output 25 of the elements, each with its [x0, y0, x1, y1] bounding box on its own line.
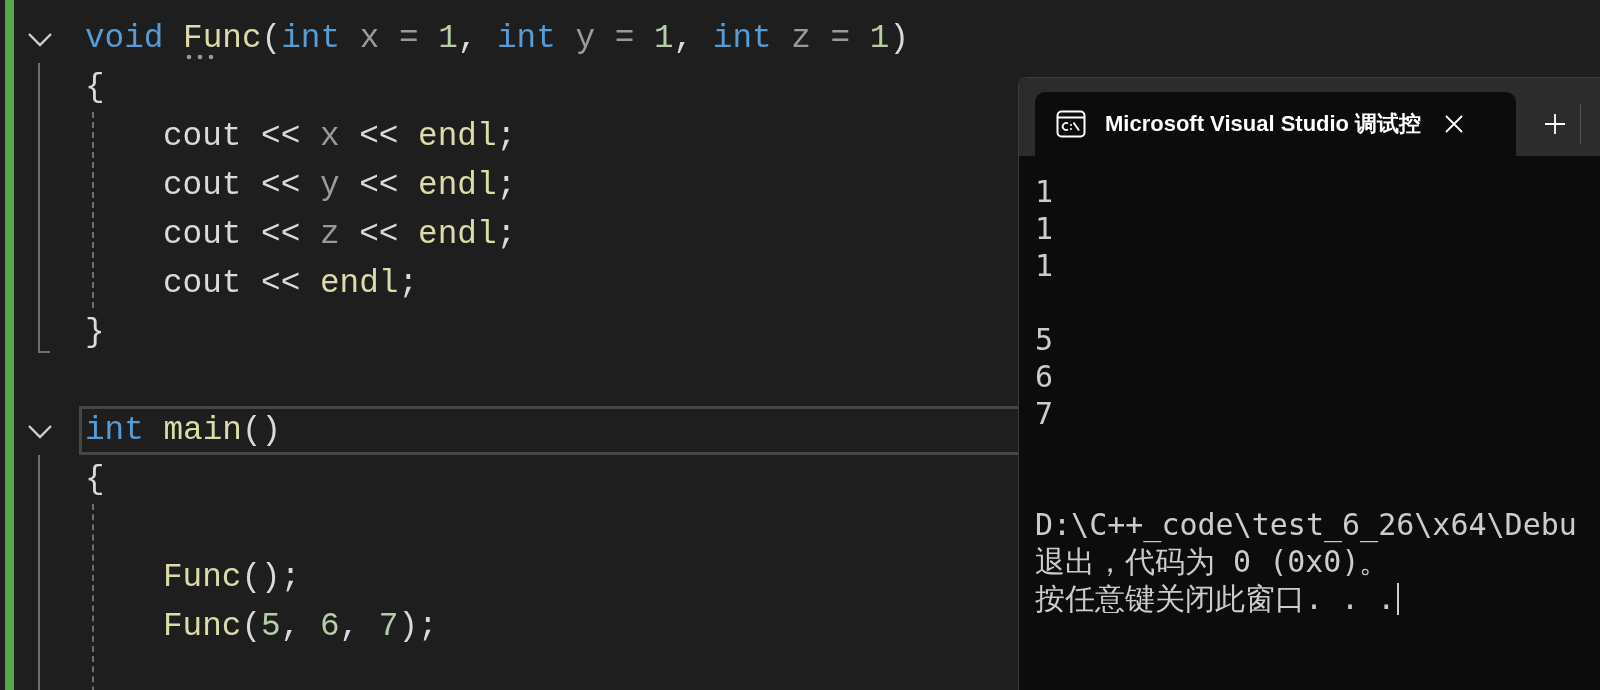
code-line: Func(5, 6, 7);: [163, 607, 438, 647]
code-line: Func();: [163, 558, 301, 598]
code-line: void Func(int x = 1, int y = 1, int z = 1): [85, 14, 909, 63]
code-line: {: [85, 460, 105, 500]
console-tab[interactable]: Microsoft Visual Studio 调试控: [1035, 92, 1516, 156]
console-line: D:\C++_code\test_6_26\x64\Debu: [1035, 506, 1577, 543]
code-line: cout << y << endl;: [163, 166, 517, 206]
console-line: 退出，代码为 0 (0x0)。: [1035, 543, 1390, 580]
console-line: 按任意键关闭此窗口. . .: [1035, 580, 1399, 617]
collapse-icon[interactable]: [27, 30, 53, 47]
code-line: cout << z << endl;: [163, 215, 517, 255]
console-line: 6: [1035, 358, 1054, 395]
console-line: 1: [1035, 173, 1054, 210]
code-line: cout << endl;: [163, 264, 419, 304]
plus-icon[interactable]: [1544, 113, 1566, 135]
code-line: {: [85, 68, 105, 108]
suggestion-dots-icon[interactable]: [185, 54, 216, 60]
console-line: 1: [1035, 210, 1054, 247]
console-line: 5: [1035, 321, 1054, 358]
close-icon[interactable]: [1444, 114, 1464, 134]
terminal-icon: [1056, 109, 1086, 139]
console-line: 1: [1035, 247, 1054, 284]
code-line: }: [85, 313, 105, 353]
code-line: cout << x << endl;: [163, 117, 517, 157]
collapse-icon[interactable]: [27, 422, 53, 439]
